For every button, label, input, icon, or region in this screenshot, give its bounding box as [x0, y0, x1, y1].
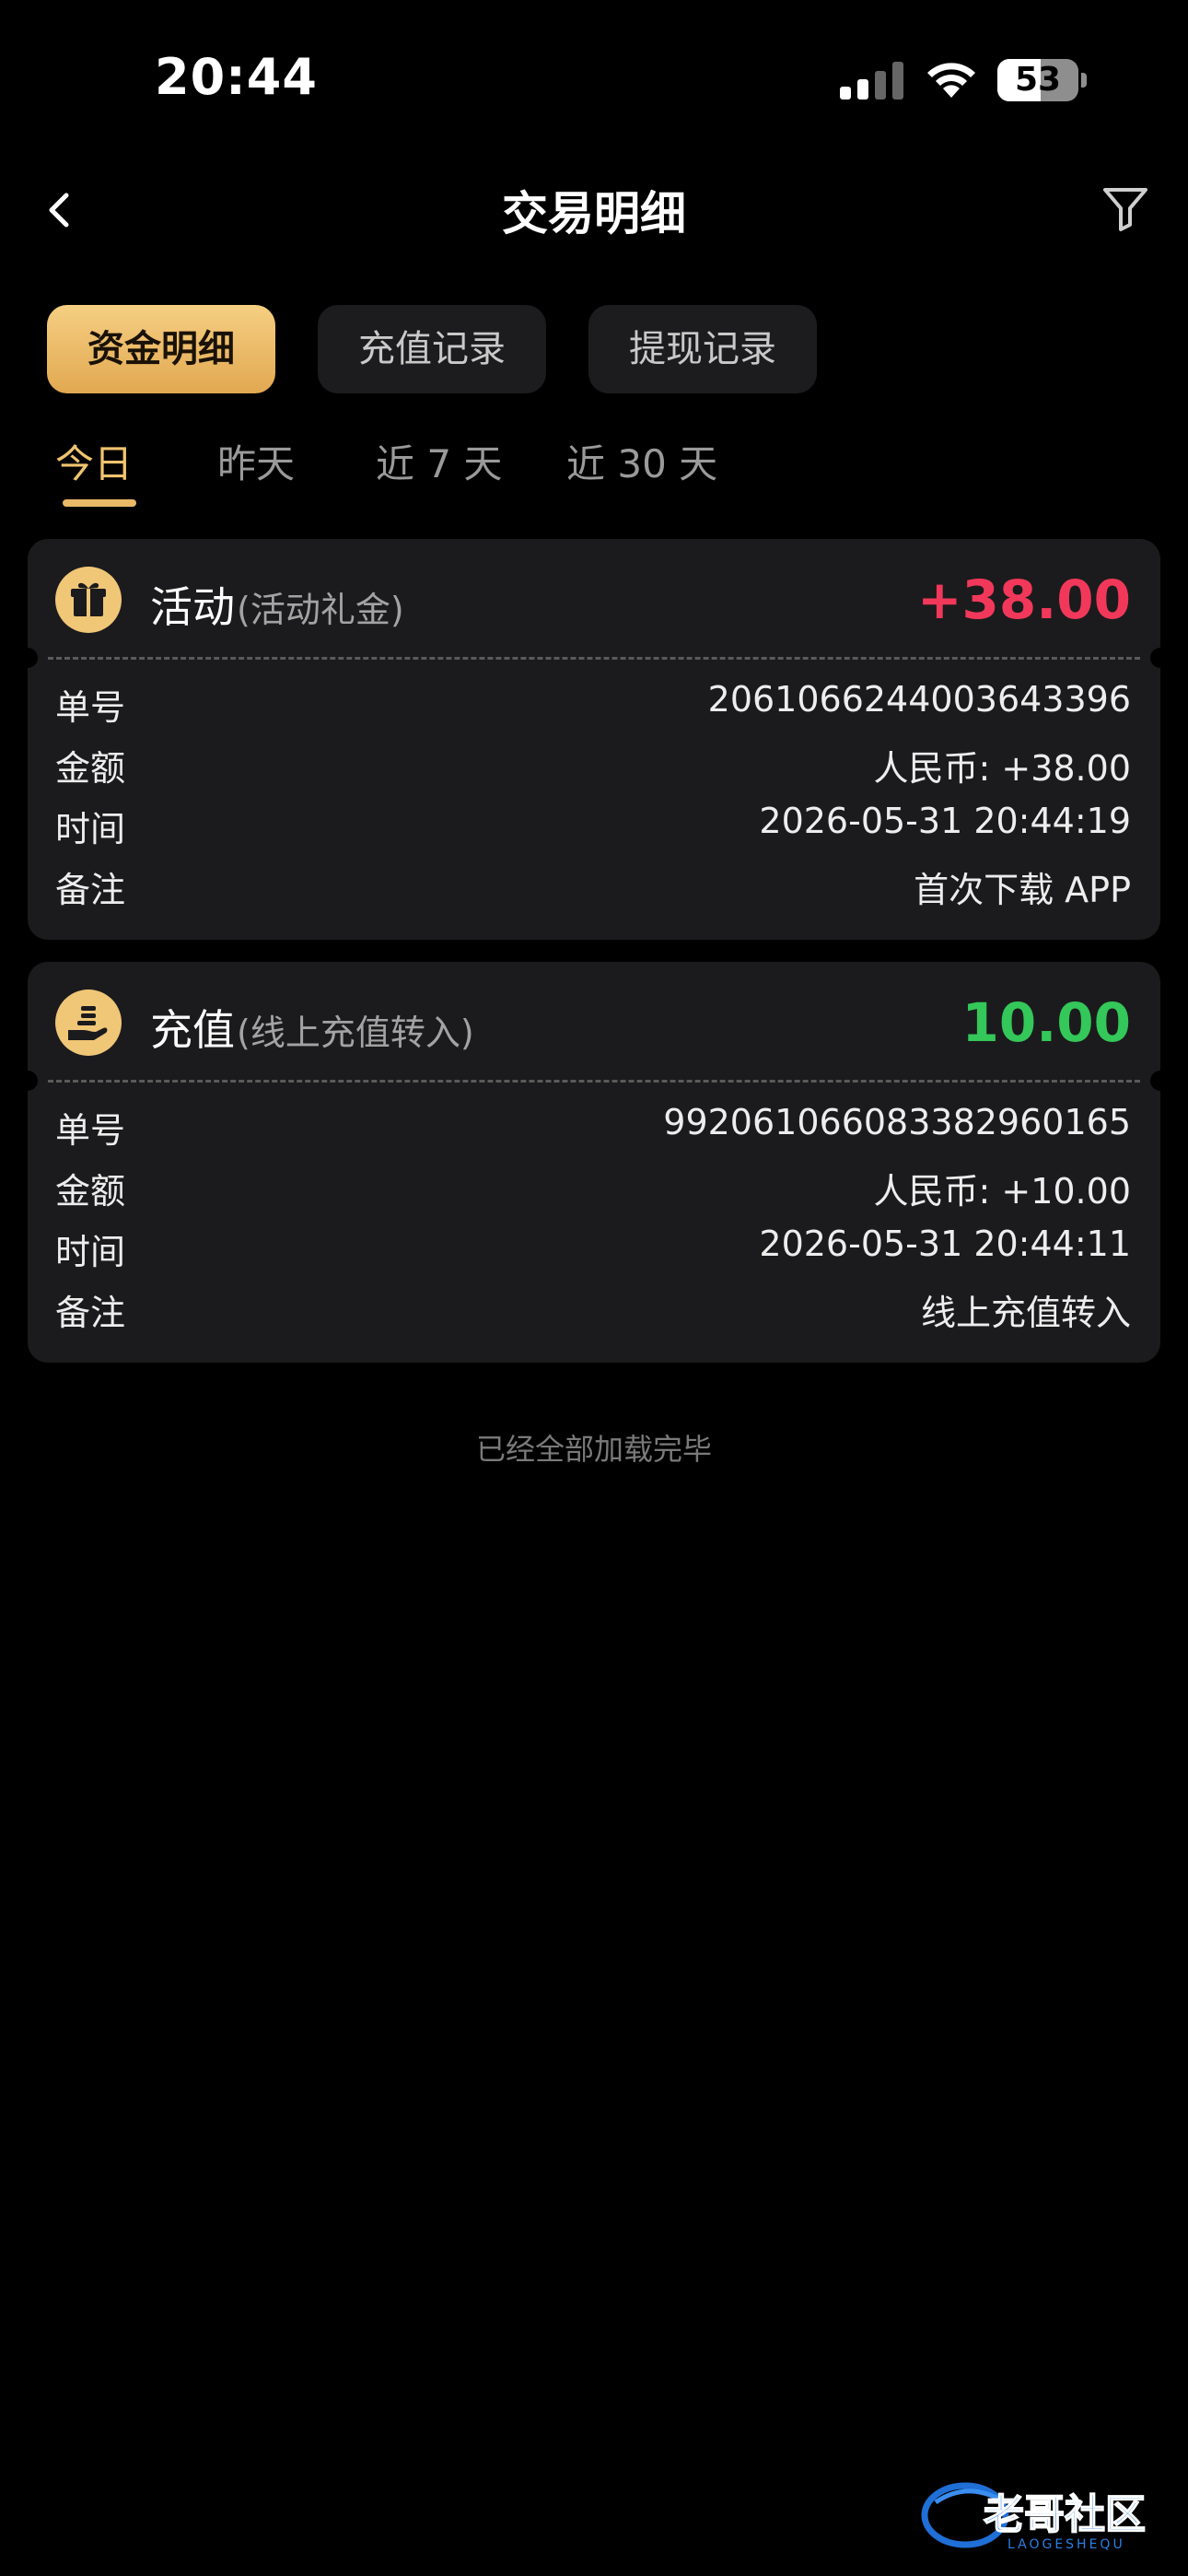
detail-row-order-number: 单号 992061066083382960165	[28, 1096, 1160, 1157]
date-filter-today[interactable]: 今日	[55, 433, 133, 489]
amount-value: 人民币: +10.00	[873, 1171, 1131, 1212]
time-value: 2026-05-31 20:44:11	[759, 1224, 1131, 1264]
date-filter-tabs: 今日 昨天 近 7 天 近 30 天	[0, 433, 1188, 507]
detail-label: 备注	[55, 1293, 126, 1333]
page-title: 交易明细	[502, 187, 686, 240]
transaction-card[interactable]: 活动 (活动礼金) +38.00 单号 2061066244003643396 …	[17, 539, 1171, 940]
filter-button[interactable]	[1098, 181, 1153, 236]
transaction-card[interactable]: 充值 (线上充值转入) 10.00 单号 9920610660833829601…	[17, 962, 1171, 1363]
order-number-value: 992061066083382960165	[663, 1102, 1131, 1142]
transaction-amount: 10.00	[961, 991, 1131, 1054]
gift-icon	[55, 567, 122, 633]
transaction-header: 充值 (线上充值转入) 10.00	[28, 962, 1160, 1082]
cellular-signal-icon	[840, 62, 903, 100]
amount-value: 人民币: +38.00	[873, 748, 1131, 789]
deposit-hand-icon	[55, 989, 122, 1056]
active-date-indicator	[63, 499, 136, 507]
tab-withdraw-records[interactable]: 提现记录	[588, 305, 817, 393]
transaction-type: 活动	[150, 582, 235, 632]
date-filter-30-days[interactable]: 近 30 天	[566, 433, 717, 489]
time-value: 2026-05-31 20:44:19	[759, 801, 1131, 841]
detail-row-remark: 备注 线上充值转入	[28, 1279, 1160, 1340]
status-bar: 20:44 53	[0, 0, 1188, 157]
detail-label: 单号	[55, 687, 126, 728]
detail-label: 单号	[55, 1110, 126, 1151]
transaction-amount: +38.00	[916, 568, 1131, 631]
detail-row-amount: 金额 人民币: +38.00	[28, 734, 1160, 795]
tab-fund-details[interactable]: 资金明细	[47, 305, 275, 393]
all-loaded-note: 已经全部加载完毕	[475, 1432, 712, 1467]
watermark-logo: 老哥社区 LAOGESHEQU	[921, 2482, 1147, 2552]
transaction-subtype: (线上充值转入)	[237, 1013, 474, 1053]
detail-label: 金额	[55, 748, 126, 789]
battery-indicator: 53	[997, 59, 1087, 101]
detail-row-amount: 金额 人民币: +10.00	[28, 1157, 1160, 1218]
transaction-details-screen: 20:44 53 交易明细 资金明细 充值记录 提现记录 今日 昨天 近 7 天…	[0, 0, 1188, 2576]
detail-label: 备注	[55, 870, 126, 910]
detail-row-remark: 备注 首次下载 APP	[28, 856, 1160, 917]
tab-deposit-records[interactable]: 充值记录	[318, 305, 546, 393]
filter-funnel-icon	[1103, 188, 1147, 231]
transaction-subtype: (活动礼金)	[237, 590, 404, 630]
order-number-value: 2061066244003643396	[707, 679, 1131, 720]
remark-value: 线上充值转入	[920, 1293, 1131, 1333]
dashed-divider	[48, 1080, 1140, 1083]
battery-percentage: 53	[1014, 61, 1062, 99]
transaction-details: 单号 992061066083382960165 金额 人民币: +10.00 …	[28, 1096, 1160, 1340]
transaction-header: 活动 (活动礼金) +38.00	[28, 539, 1160, 659]
detail-label: 时间	[55, 1232, 126, 1272]
dashed-divider	[48, 657, 1140, 660]
detail-row-order-number: 单号 2061066244003643396	[28, 673, 1160, 734]
date-filter-7-days[interactable]: 近 7 天	[376, 433, 502, 489]
wifi-icon	[927, 63, 975, 98]
remark-value: 首次下载 APP	[914, 870, 1131, 910]
date-filter-yesterday[interactable]: 昨天	[217, 433, 295, 489]
detail-row-time: 时间 2026-05-31 20:44:11	[28, 1218, 1160, 1279]
detail-label: 金额	[55, 1171, 126, 1212]
status-time: 20:44	[155, 48, 318, 106]
transaction-details: 单号 2061066244003643396 金额 人民币: +38.00 时间…	[28, 673, 1160, 917]
transaction-type: 充值	[150, 1005, 235, 1055]
detail-row-time: 时间 2026-05-31 20:44:19	[28, 795, 1160, 856]
watermark-subtext: LAOGESHEQU	[1007, 2537, 1125, 2552]
detail-label: 时间	[55, 809, 126, 849]
watermark-text: 老哥社区	[984, 2491, 1146, 2538]
